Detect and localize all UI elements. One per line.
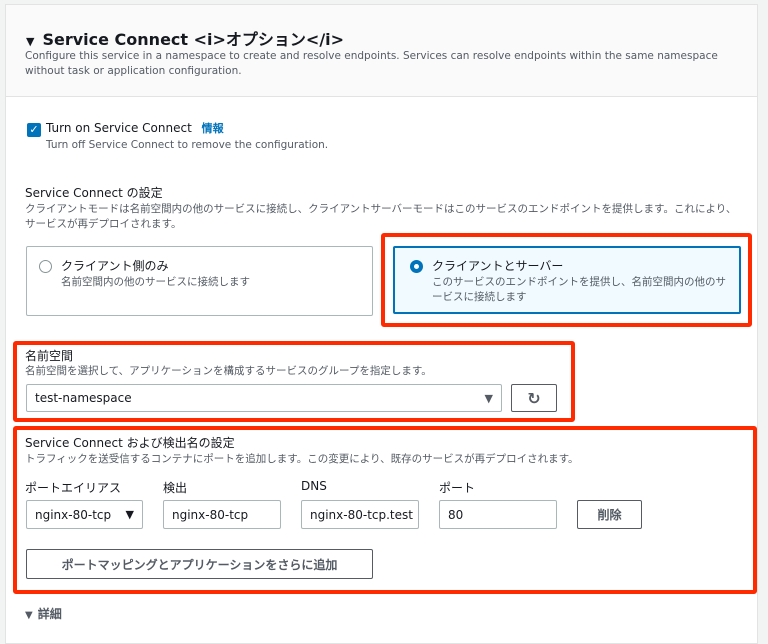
- namespace-description: 名前空間を選択して、アプリケーションを構成するサービスのグループを指定します。: [25, 365, 432, 377]
- refresh-icon: ↻: [527, 388, 541, 408]
- column-port: ポート: [439, 481, 476, 495]
- option-title: クライアントとサーバー: [432, 259, 564, 273]
- column-dns: DNS: [301, 479, 327, 493]
- radio-client-server[interactable]: [410, 260, 423, 273]
- mapping-description: トラフィックを送受信するコンテナにポートを追加します。この変更により、既存のサー…: [25, 453, 579, 465]
- dns-input[interactable]: nginx-80-tcp.test: [301, 500, 419, 529]
- service-connect-checkbox[interactable]: ✓: [27, 123, 41, 137]
- section-title[interactable]: ▼ Service Connect <i>オプション</i>: [26, 26, 344, 50]
- column-alias: ポートエイリアス: [25, 481, 122, 495]
- section-description: Configure this service in a namespace to…: [25, 50, 718, 77]
- toggle-label: Turn on Service Connect: [46, 121, 192, 135]
- config-label: Service Connect の設定: [25, 186, 163, 200]
- column-discovery: 検出: [163, 481, 188, 495]
- option-desc: 名前空間内の他のサービスに接続します: [61, 276, 250, 288]
- namespace-label: 名前空間: [25, 349, 74, 363]
- add-port-mapping-button[interactable]: ポートマッピングとアプリケーションをさらに追加: [26, 549, 373, 579]
- radio-client-only[interactable]: [39, 260, 52, 273]
- alias-value: nginx-80-tcp: [35, 507, 112, 522]
- caret-down-icon: ▼: [484, 391, 493, 405]
- namespace-value: test-namespace: [35, 391, 132, 405]
- caret-down-icon: ▼: [125, 508, 134, 521]
- caret-down-icon: ▼: [26, 35, 35, 48]
- details-toggle[interactable]: ▼ 詳細: [25, 605, 62, 622]
- caret-down-icon: ▼: [25, 610, 33, 621]
- discovery-input[interactable]: nginx-80-tcp: [163, 500, 281, 529]
- refresh-button[interactable]: ↻: [511, 384, 557, 412]
- info-link[interactable]: 情報: [202, 122, 224, 135]
- service-connect-panel: ▼ Service Connect <i>オプション</i> Configure …: [5, 4, 758, 644]
- port-input[interactable]: 80: [439, 500, 557, 529]
- config-description: クライアントモードは名前空間内の他のサービスに接続し、クライアントサーバーモード…: [25, 203, 737, 230]
- option-client-only[interactable]: クライアント側のみ 名前空間内の他のサービスに接続します: [26, 246, 373, 316]
- details-label: 詳細: [37, 607, 62, 621]
- mapping-label: Service Connect および検出名の設定: [25, 436, 235, 450]
- namespace-select[interactable]: test-namespace ▼: [26, 384, 502, 412]
- remove-button[interactable]: 削除: [577, 500, 642, 529]
- option-desc: このサービスのエンドポイントを提供し、名前空間内の他のサービスに接続します: [432, 276, 726, 303]
- toggle-help: Turn off Service Connect to remove the c…: [46, 139, 329, 151]
- option-title: クライアント側のみ: [61, 259, 169, 273]
- panel-header: ▼ Service Connect <i>オプション</i> Configure …: [6, 5, 757, 97]
- option-client-server[interactable]: クライアントとサーバー このサービスのエンドポイントを提供し、名前空間内の他のサ…: [393, 246, 741, 314]
- port-alias-select[interactable]: nginx-80-tcp ▼: [26, 500, 143, 529]
